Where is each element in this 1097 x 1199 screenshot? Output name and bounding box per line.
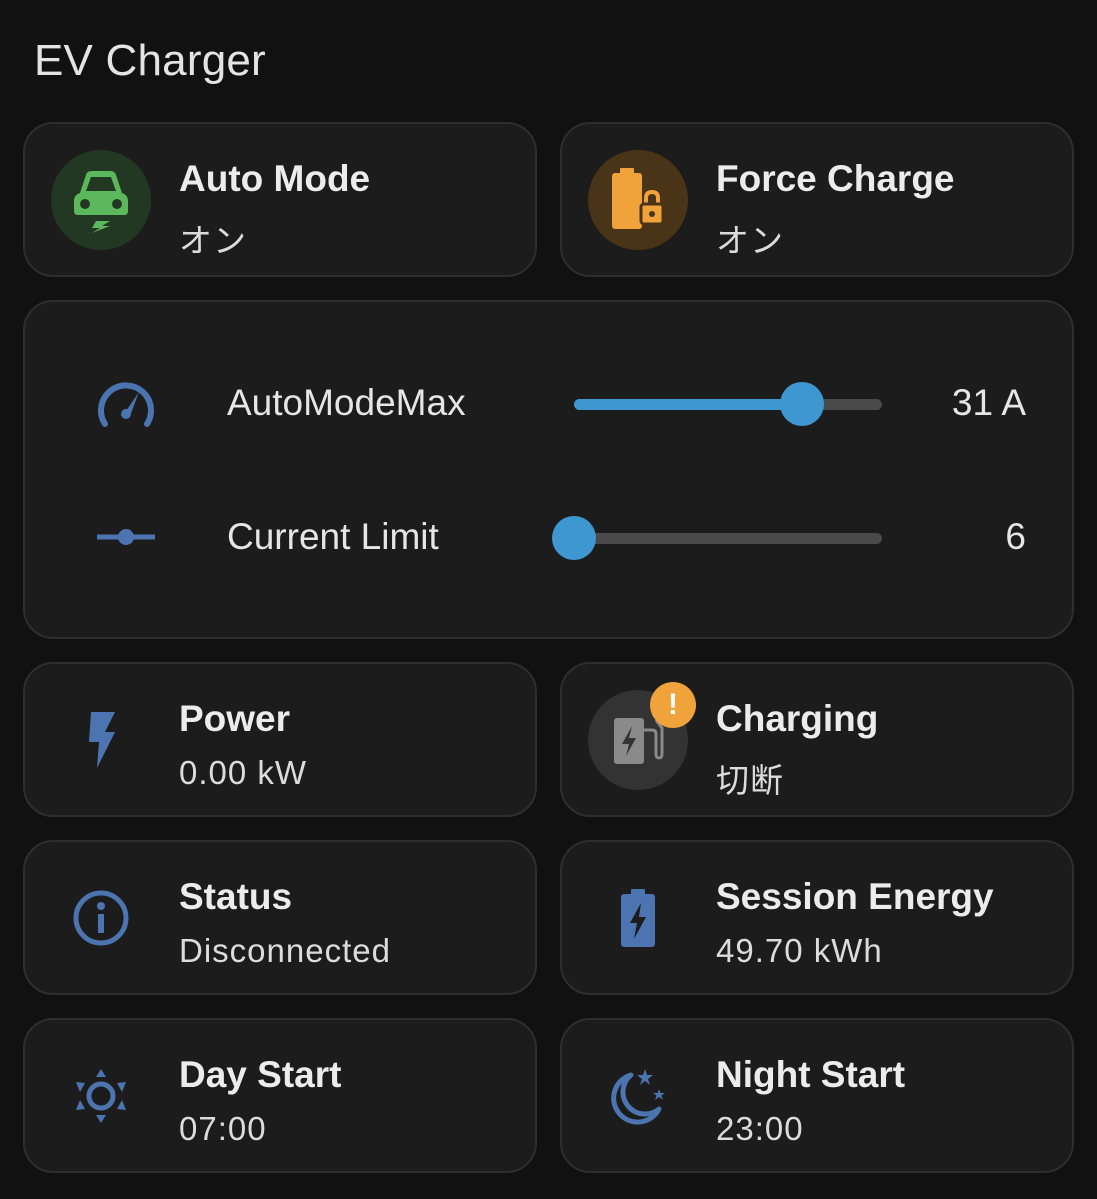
- session-energy-state: 49.70 kWh: [716, 932, 883, 969]
- session-energy-tile[interactable]: Session Energy 49.70 kWh: [560, 840, 1074, 995]
- sliders-card: AutoModeMax 31 A Current Limit 6: [23, 300, 1074, 639]
- current-limit-value: 6: [1005, 516, 1026, 557]
- slider-line-icon: [97, 526, 155, 548]
- current-limit-slider[interactable]: [552, 516, 882, 560]
- current-limit-thumb[interactable]: [552, 516, 596, 560]
- auto-mode-state: オン: [179, 222, 247, 259]
- day-start-tile[interactable]: Day Start 07:00: [23, 1018, 537, 1173]
- power-state: 0.00 kW: [179, 754, 308, 791]
- auto-mode-max-label: AutoModeMax: [227, 382, 466, 423]
- night-start-name: Night Start: [716, 1054, 906, 1095]
- sun-icon: [51, 1046, 151, 1146]
- auto-mode-name: Auto Mode: [179, 158, 371, 199]
- car-electric-icon[interactable]: [51, 150, 151, 250]
- power-name: Power: [179, 698, 291, 739]
- current-limit-label: Current Limit: [227, 516, 439, 557]
- auto-mode-max-fill: [574, 399, 802, 410]
- charging-name: Charging: [716, 698, 879, 739]
- status-name: Status: [179, 876, 293, 917]
- charging-tile[interactable]: ! Charging 切断: [560, 662, 1074, 817]
- moon-stars-icon: [588, 1046, 688, 1146]
- status-state: Disconnected: [179, 932, 391, 969]
- information-icon: [51, 868, 151, 968]
- page-title: EV Charger: [34, 36, 266, 85]
- power-tile[interactable]: Power 0.00 kW: [23, 662, 537, 817]
- warning-badge-icon: !: [650, 682, 696, 728]
- auto-mode-max-thumb[interactable]: [779, 382, 824, 426]
- battery-lock-icon[interactable]: [588, 150, 688, 250]
- night-start-tile[interactable]: Night Start 23:00: [560, 1018, 1074, 1173]
- status-tile[interactable]: Status Disconnected: [23, 840, 537, 995]
- auto-mode-max-value: 31 A: [951, 382, 1026, 423]
- auto-mode-max-slider[interactable]: [574, 382, 882, 426]
- flash-icon: [51, 690, 151, 790]
- session-energy-name: Session Energy: [716, 876, 994, 917]
- auto-mode-tile[interactable]: Auto Mode オン: [23, 122, 537, 277]
- warning-badge-text: !: [668, 688, 678, 721]
- force-charge-tile[interactable]: Force Charge オン: [560, 122, 1074, 277]
- battery-charging-icon: [588, 868, 688, 968]
- day-start-state: 07:00: [179, 1110, 267, 1147]
- charging-state: 切断: [716, 762, 784, 799]
- night-start-state: 23:00: [716, 1110, 804, 1147]
- day-start-name: Day Start: [179, 1054, 342, 1095]
- speedometer-icon: [95, 374, 157, 430]
- force-charge-state: オン: [716, 222, 784, 259]
- force-charge-name: Force Charge: [716, 158, 955, 199]
